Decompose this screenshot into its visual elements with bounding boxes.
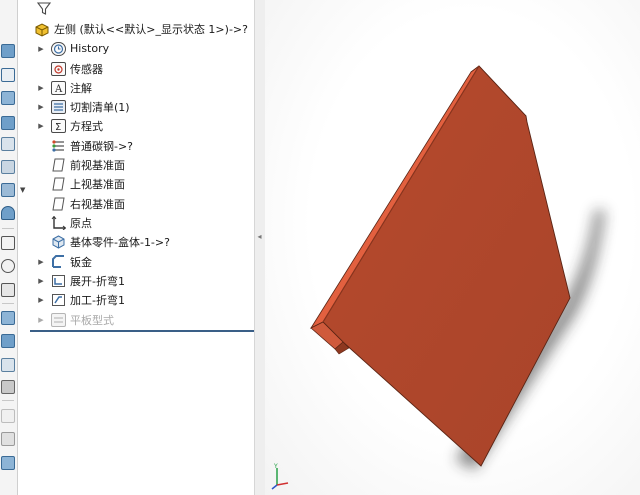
- flat-pattern-icon: [51, 312, 66, 327]
- material-icon: [51, 139, 66, 153]
- toolbar-separator: [2, 303, 14, 304]
- rollback-bar[interactable]: [30, 330, 254, 332]
- no-bends-icon[interactable]: [1, 380, 15, 394]
- annotation-icon: A: [51, 80, 66, 95]
- vent-icon[interactable]: [1, 283, 15, 297]
- rip-icon[interactable]: [1, 409, 15, 423]
- history-icon: [51, 41, 66, 56]
- sheet-metal-part-render: [309, 65, 605, 470]
- tree-item-top-plane[interactable]: 上视基准面: [36, 174, 252, 193]
- expand-arrow-icon[interactable]: ▶: [36, 316, 46, 324]
- filter-icon[interactable]: [36, 1, 52, 17]
- tree-item-label: 平板型式: [70, 313, 114, 327]
- fold-icon: [51, 293, 66, 307]
- expand-arrow-icon[interactable]: ▶: [36, 258, 46, 266]
- toolbar-separator: [2, 400, 14, 401]
- tree-item-origin[interactable]: 原点: [36, 213, 252, 232]
- tree-item-front-plane[interactable]: 前视基准面: [36, 155, 252, 174]
- convert-to-sheet-metal-icon[interactable]: [1, 456, 15, 470]
- tree-item-label: 前视基准面: [70, 158, 125, 172]
- forming-tool-icon[interactable]: [1, 206, 15, 220]
- tree-item-sheet-metal[interactable]: ▶ 钣金: [36, 252, 252, 271]
- tree-item-flat-pattern[interactable]: ▶ 平板型式: [36, 310, 252, 329]
- expand-arrow-icon[interactable]: ▶: [36, 122, 46, 130]
- tree-item-history[interactable]: ▶ History: [36, 39, 252, 58]
- expand-arrow-icon[interactable]: ▶: [36, 103, 46, 111]
- unfold-tool-icon[interactable]: [1, 311, 15, 325]
- insert-bends-icon[interactable]: [1, 432, 15, 446]
- hem-icon[interactable]: [1, 91, 15, 105]
- cross-break-icon[interactable]: [1, 160, 15, 174]
- tree-item-label: History: [70, 42, 110, 55]
- plane-icon: [51, 177, 66, 191]
- tree-item-label: 右视基准面: [70, 197, 125, 211]
- base-part-icon: [51, 234, 66, 249]
- flatten-icon[interactable]: [1, 358, 15, 372]
- tree-item-sensors[interactable]: 传感器: [36, 59, 252, 78]
- expand-arrow-icon[interactable]: ▶: [36, 84, 46, 92]
- tree-item-label: 加工-折弯1: [70, 293, 125, 307]
- tree-item-equations[interactable]: ▶ Σ 方程式: [36, 116, 252, 135]
- unfold-icon: [51, 274, 66, 288]
- part-icon: [35, 22, 49, 37]
- edge-flange-icon[interactable]: [1, 44, 15, 58]
- tree-item-annotations[interactable]: ▶ A 注解: [36, 78, 252, 97]
- toolbar-separator: [2, 228, 14, 229]
- extruded-cut-icon[interactable]: [1, 236, 15, 250]
- tree-root-part[interactable]: 左侧 (默认<<默认>_显示状态 1>)->?: [34, 20, 256, 38]
- miter-flange-icon[interactable]: [1, 68, 15, 82]
- equations-icon: Σ: [51, 118, 66, 133]
- tree-item-unfold-bend1[interactable]: ▶ 展开-折弯1: [36, 271, 252, 290]
- feature-manager-tree: 左侧 (默认<<默认>_显示状态 1>)->? ▶ History 传感器 ▶ …: [30, 0, 256, 495]
- plane-icon: [51, 158, 66, 172]
- root-part-label: 左侧 (默认<<默认>_显示状态 1>)->?: [54, 23, 248, 36]
- coordinate-triad-icon: Y: [271, 463, 289, 490]
- tree-filter-row: [32, 0, 252, 18]
- cut-list-icon: [51, 99, 66, 114]
- svg-text:A: A: [54, 84, 63, 94]
- tree-item-fold-bend1[interactable]: ▶ 加工-折弯1: [36, 290, 252, 309]
- collapse-panel-icon[interactable]: ◂: [256, 229, 263, 245]
- tree-item-base-part[interactable]: 基体零件-盒体-1->?: [36, 232, 252, 251]
- tree-item-label: 传感器: [70, 62, 103, 76]
- tree-item-label: 普通碳钢->?: [70, 139, 134, 153]
- sensor-icon: [51, 61, 66, 76]
- sketched-bend-icon[interactable]: [1, 137, 15, 151]
- tree-item-label: 注解: [70, 81, 92, 95]
- plane-icon: [51, 197, 66, 211]
- tree-item-label: 基体零件-盒体-1->?: [70, 235, 170, 249]
- simple-hole-icon[interactable]: [1, 259, 15, 273]
- chevron-down-icon[interactable]: ▼: [20, 186, 25, 194]
- fold-tool-icon[interactable]: [1, 334, 15, 348]
- tree-item-label: 方程式: [70, 119, 103, 133]
- tree-item-label: 展开-折弯1: [70, 274, 125, 288]
- graphics-viewport[interactable]: Y: [265, 0, 640, 495]
- expand-arrow-icon[interactable]: ▶: [36, 296, 46, 304]
- tree-item-right-plane[interactable]: 右视基准面: [36, 194, 252, 213]
- tree-item-material[interactable]: 普通碳钢->?: [36, 136, 252, 155]
- tree-item-cut-list[interactable]: ▶ 切割清单(1): [36, 97, 252, 116]
- corner-icon[interactable]: [1, 183, 15, 197]
- tree-item-label: 原点: [70, 216, 92, 230]
- svg-text:Y: Y: [273, 463, 278, 470]
- sheet-metal-icon: [51, 254, 66, 269]
- tree-item-label: 上视基准面: [70, 177, 125, 191]
- origin-icon: [51, 215, 66, 230]
- main-panel-face: [322, 65, 571, 467]
- tree-item-label: 切割清单(1): [70, 100, 130, 114]
- vertical-command-toolbar: ▼: [0, 0, 25, 495]
- expand-arrow-icon[interactable]: ▶: [36, 277, 46, 285]
- expand-arrow-icon[interactable]: ▶: [36, 45, 46, 53]
- tree-item-label: 钣金: [70, 255, 92, 269]
- jog-icon[interactable]: [1, 116, 15, 130]
- svg-text:Σ: Σ: [55, 122, 61, 132]
